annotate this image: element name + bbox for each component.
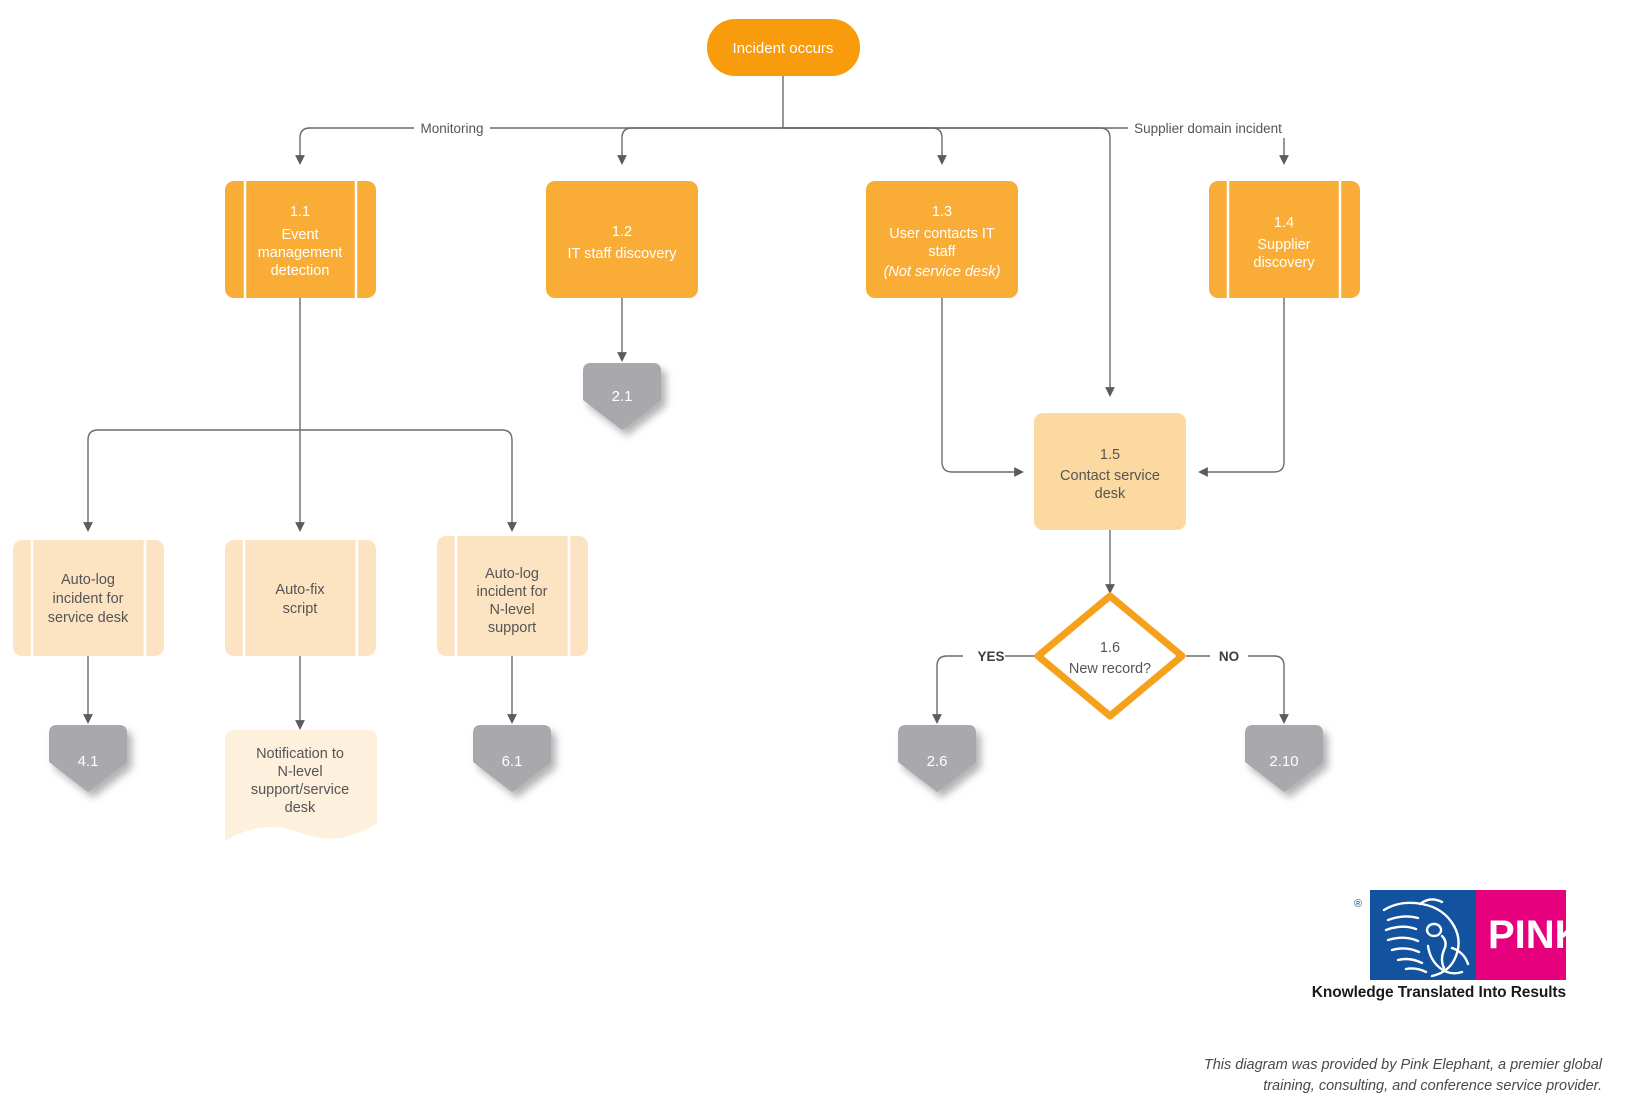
node-1-4-supplier-discovery[interactable]: 1.4 Supplier discovery <box>1209 181 1360 298</box>
offpage-connector-2-1[interactable]: 2.1 <box>583 363 661 430</box>
logo-svg: PINK <box>1370 890 1584 980</box>
edge-14-to-15 <box>1198 298 1285 477</box>
node-1-1-line-3: detection <box>271 263 330 279</box>
node-auto-log-nl-line-1: Auto-log <box>485 566 539 582</box>
node-auto-log-sd-line-1: Auto-log <box>61 572 115 588</box>
edge-13-to-15 <box>941 298 1024 477</box>
node-start-label: Incident occurs <box>733 40 834 57</box>
node-1-3-line-1: User contacts IT <box>889 226 995 242</box>
edge-label-no: NO <box>1219 649 1239 664</box>
offpage-connector-2-10[interactable]: 2.10 <box>1245 725 1323 792</box>
node-auto-log-nl-line-2: incident for <box>477 584 548 600</box>
node-1-3-line-2: staff <box>928 244 956 260</box>
node-auto-log-nl-line-3: N-level <box>489 602 534 618</box>
node-start-incident-occurs[interactable]: Incident occurs <box>707 19 860 76</box>
edge-bus-to-12 <box>617 127 783 165</box>
offpage-connector-6-1[interactable]: 6.1 <box>473 725 551 792</box>
offpage-connector-4-1[interactable]: 4.1 <box>49 725 127 792</box>
node-1-1-line-2: management <box>258 245 343 261</box>
node-auto-log-incident-service-desk[interactable]: Auto-log incident for service desk <box>13 540 164 656</box>
node-notification-line-3: support/service <box>251 782 349 798</box>
node-1-1-event-management-detection[interactable]: 1.1 Event management detection <box>225 181 376 298</box>
node-notification-document[interactable]: Notification to N-level support/service … <box>225 730 377 841</box>
logo-tagline: Knowledge Translated Into Results <box>1311 984 1566 1001</box>
node-auto-fix-line-2: script <box>283 601 318 617</box>
node-notification-line-1: Notification to <box>256 746 344 762</box>
node-1-3-number: 1.3 <box>932 204 952 220</box>
credit-line-2: training, consulting, and conference ser… <box>1263 1078 1602 1095</box>
offpage-2-6-label: 2.6 <box>927 753 948 770</box>
edge-label-monitoring: Monitoring <box>420 121 483 136</box>
edge-label-yes: YES <box>977 649 1004 664</box>
node-1-5-line-2: desk <box>1095 486 1126 502</box>
edge-fan-to-autolog-nl <box>300 429 517 532</box>
pink-elephant-logo: ® PIN Knowledge Translated Into Results <box>1298 890 1584 1002</box>
flowchart-canvas: Monitoring Supplier domain incident YES … <box>0 0 1626 1114</box>
node-1-4-line-2: discovery <box>1253 255 1315 271</box>
node-auto-log-incident-n-level-support[interactable]: Auto-log incident for N-level support <box>437 536 588 656</box>
credit-line-1: This diagram was provided by Pink Elepha… <box>1203 1057 1602 1073</box>
node-1-5-contact-service-desk[interactable]: 1.5 Contact service desk <box>1034 413 1186 530</box>
edge-fan-to-autolog-sd <box>83 429 300 532</box>
node-1-3-user-contacts-it-staff[interactable]: 1.3 User contacts IT staff (Not service … <box>866 181 1018 298</box>
node-auto-fix-line-1: Auto-fix <box>275 582 325 598</box>
node-1-5-line-1: Contact service <box>1060 468 1160 484</box>
edge-label-supplier-domain: Supplier domain incident <box>1134 121 1282 136</box>
node-auto-log-nl-line-4: support <box>488 620 536 636</box>
node-notification-line-4: desk <box>285 800 316 816</box>
offpage-4-1-label: 4.1 <box>78 753 99 770</box>
offpage-2-10-label: 2.10 <box>1269 753 1298 770</box>
node-1-4-number: 1.4 <box>1274 215 1294 231</box>
node-1-1-number: 1.1 <box>290 204 310 220</box>
node-1-4-line-1: Supplier <box>1257 237 1310 253</box>
node-1-3-note: (Not service desk) <box>884 264 1001 280</box>
node-1-5-number: 1.5 <box>1100 447 1120 463</box>
edge-bus-to-11 <box>295 127 783 165</box>
node-auto-log-sd-line-3: service desk <box>48 610 129 626</box>
node-1-6-new-record-decision[interactable]: 1.6 New record? <box>1034 592 1186 720</box>
logo-block: ® PINK <box>1354 890 1584 980</box>
node-auto-log-sd-line-2: incident for <box>53 591 124 607</box>
node-1-1-line-1: Event <box>281 227 318 243</box>
node-1-6-label: New record? <box>1069 661 1151 677</box>
node-auto-fix-script[interactable]: Auto-fix script <box>225 540 376 656</box>
node-1-2-line-1: IT staff discovery <box>567 246 677 262</box>
edge-bus-to-13 <box>783 127 947 165</box>
node-1-6-number: 1.6 <box>1100 640 1120 656</box>
offpage-connector-2-6[interactable]: 2.6 <box>898 725 976 792</box>
node-1-2-number: 1.2 <box>612 224 632 240</box>
offpage-6-1-label: 6.1 <box>502 753 523 770</box>
node-notification-line-2: N-level <box>277 764 322 780</box>
offpage-2-1-label: 2.1 <box>612 388 633 405</box>
logo-wordmark: PINK <box>1488 913 1566 957</box>
node-1-2-it-staff-discovery[interactable]: 1.2 IT staff discovery <box>546 181 698 298</box>
registered-trademark-icon: ® <box>1354 898 1363 910</box>
credit-caption: This diagram was provided by Pink Elepha… <box>902 1055 1602 1097</box>
